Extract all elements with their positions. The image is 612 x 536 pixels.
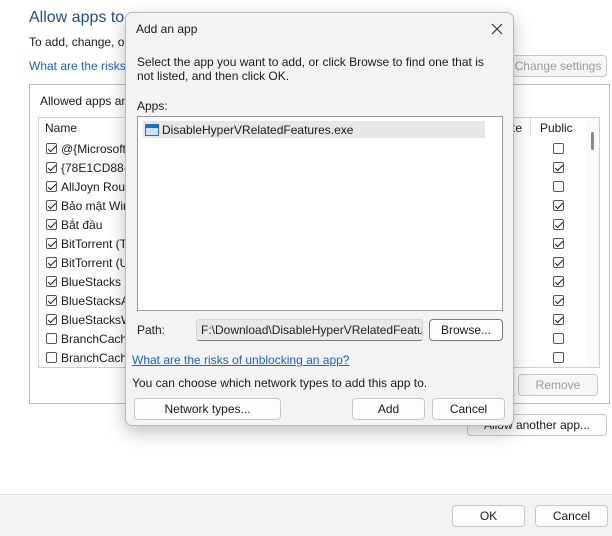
- app-name: BlueStacks S: [61, 274, 126, 289]
- app-name: BlueStacksW: [61, 312, 126, 327]
- table-row[interactable]: Bảo mật Win: [46, 196, 126, 215]
- allowed-apps-label: Allowed apps and: [40, 94, 135, 108]
- dialog-cancel-button[interactable]: Cancel: [432, 398, 505, 420]
- cancel-button[interactable]: Cancel: [535, 505, 608, 527]
- app-name: @{Microsoft: [61, 141, 126, 156]
- page-subtitle: To add, change, or: [29, 35, 129, 49]
- table-row[interactable]: BranchCach: [46, 348, 126, 367]
- public-checkbox[interactable]: [553, 276, 564, 287]
- list-item-label: DisableHyperVRelatedFeatures.exe: [162, 122, 354, 137]
- path-label: Path:: [137, 323, 166, 337]
- public-checkbox[interactable]: [553, 219, 564, 230]
- apps-listbox[interactable]: DisableHyperVRelatedFeatures.exe: [137, 116, 503, 311]
- risks-link[interactable]: What are the risks: [29, 59, 126, 73]
- app-name: BlueStacksA: [61, 293, 126, 308]
- public-checkbox[interactable]: [553, 238, 564, 249]
- apps-label: Apps:: [137, 99, 168, 113]
- column-header-public[interactable]: Public: [540, 121, 573, 135]
- dialog-title: Add an app: [136, 22, 198, 36]
- app-name: Bắt đầu: [61, 217, 103, 232]
- table-row[interactable]: BranchCach: [46, 329, 126, 348]
- app-enabled-checkbox[interactable]: [46, 219, 57, 230]
- public-checkbox[interactable]: [553, 143, 564, 154]
- column-header-name[interactable]: Name: [45, 121, 77, 135]
- table-row[interactable]: @{Microsoft: [46, 139, 126, 158]
- table-row[interactable]: BlueStacksA: [46, 291, 126, 310]
- app-name: Bảo mật Win: [61, 198, 126, 213]
- network-types-text: You can choose which network types to ad…: [132, 376, 428, 390]
- app-name: BitTorrent (U: [61, 255, 126, 270]
- public-checkbox[interactable]: [553, 314, 564, 325]
- table-row[interactable]: BlueStacks S: [46, 272, 126, 291]
- app-name: BranchCach: [61, 350, 126, 365]
- column-divider: [530, 118, 531, 136]
- dialog-description: Select the app you want to add, or click…: [137, 55, 484, 83]
- app-enabled-checkbox[interactable]: [46, 200, 57, 211]
- table-row[interactable]: AllJoyn Rout: [46, 177, 126, 196]
- public-checkbox[interactable]: [553, 333, 564, 344]
- app-name: BitTorrent (T: [61, 236, 126, 251]
- app-enabled-checkbox[interactable]: [46, 181, 57, 192]
- network-types-button[interactable]: Network types...: [134, 398, 281, 420]
- table-row[interactable]: Bắt đầu: [46, 215, 126, 234]
- add-app-dialog: Add an app Select the app you want to ad…: [125, 12, 514, 426]
- app-enabled-checkbox[interactable]: [46, 314, 57, 325]
- app-enabled-checkbox[interactable]: [46, 352, 57, 363]
- ok-button[interactable]: OK: [452, 505, 525, 527]
- unblocking-risks-link[interactable]: What are the risks of unblocking an app?: [132, 353, 349, 367]
- path-field[interactable]: F:\Download\DisableHyperVRelatedFeatures…: [196, 319, 423, 341]
- app-name: {78E1CD88-4: [61, 160, 126, 175]
- app-enabled-checkbox[interactable]: [46, 238, 57, 249]
- table-row[interactable]: {78E1CD88-4: [46, 158, 126, 177]
- app-enabled-checkbox[interactable]: [46, 257, 57, 268]
- app-enabled-checkbox[interactable]: [46, 295, 57, 306]
- table-row[interactable]: BitTorrent (U: [46, 253, 126, 272]
- browse-button[interactable]: Browse...: [429, 319, 503, 341]
- table-row[interactable]: BitTorrent (T: [46, 234, 126, 253]
- public-checkbox[interactable]: [553, 257, 564, 268]
- app-enabled-checkbox[interactable]: [46, 143, 57, 154]
- public-checkbox[interactable]: [553, 200, 564, 211]
- public-checkbox[interactable]: [553, 181, 564, 192]
- app-name: BranchCach: [61, 331, 126, 346]
- app-enabled-checkbox[interactable]: [46, 162, 57, 173]
- app-enabled-checkbox[interactable]: [46, 276, 57, 287]
- public-checkbox[interactable]: [553, 162, 564, 173]
- remove-button[interactable]: Remove: [518, 374, 598, 396]
- change-settings-button[interactable]: Change settings: [509, 55, 607, 77]
- add-button[interactable]: Add: [352, 398, 425, 420]
- app-enabled-checkbox[interactable]: [46, 333, 57, 344]
- table-row[interactable]: BlueStacksW: [46, 310, 126, 329]
- app-name: AllJoyn Rout: [61, 179, 126, 194]
- page-title: Allow apps to: [29, 9, 125, 26]
- application-icon: [145, 123, 159, 136]
- close-icon[interactable]: [483, 17, 511, 41]
- public-checkbox[interactable]: [553, 295, 564, 306]
- list-item[interactable]: DisableHyperVRelatedFeatures.exe: [143, 121, 485, 138]
- public-checkbox[interactable]: [553, 352, 564, 363]
- table-scrollbar[interactable]: [586, 118, 599, 367]
- table-scroll-thumb[interactable]: [591, 132, 594, 150]
